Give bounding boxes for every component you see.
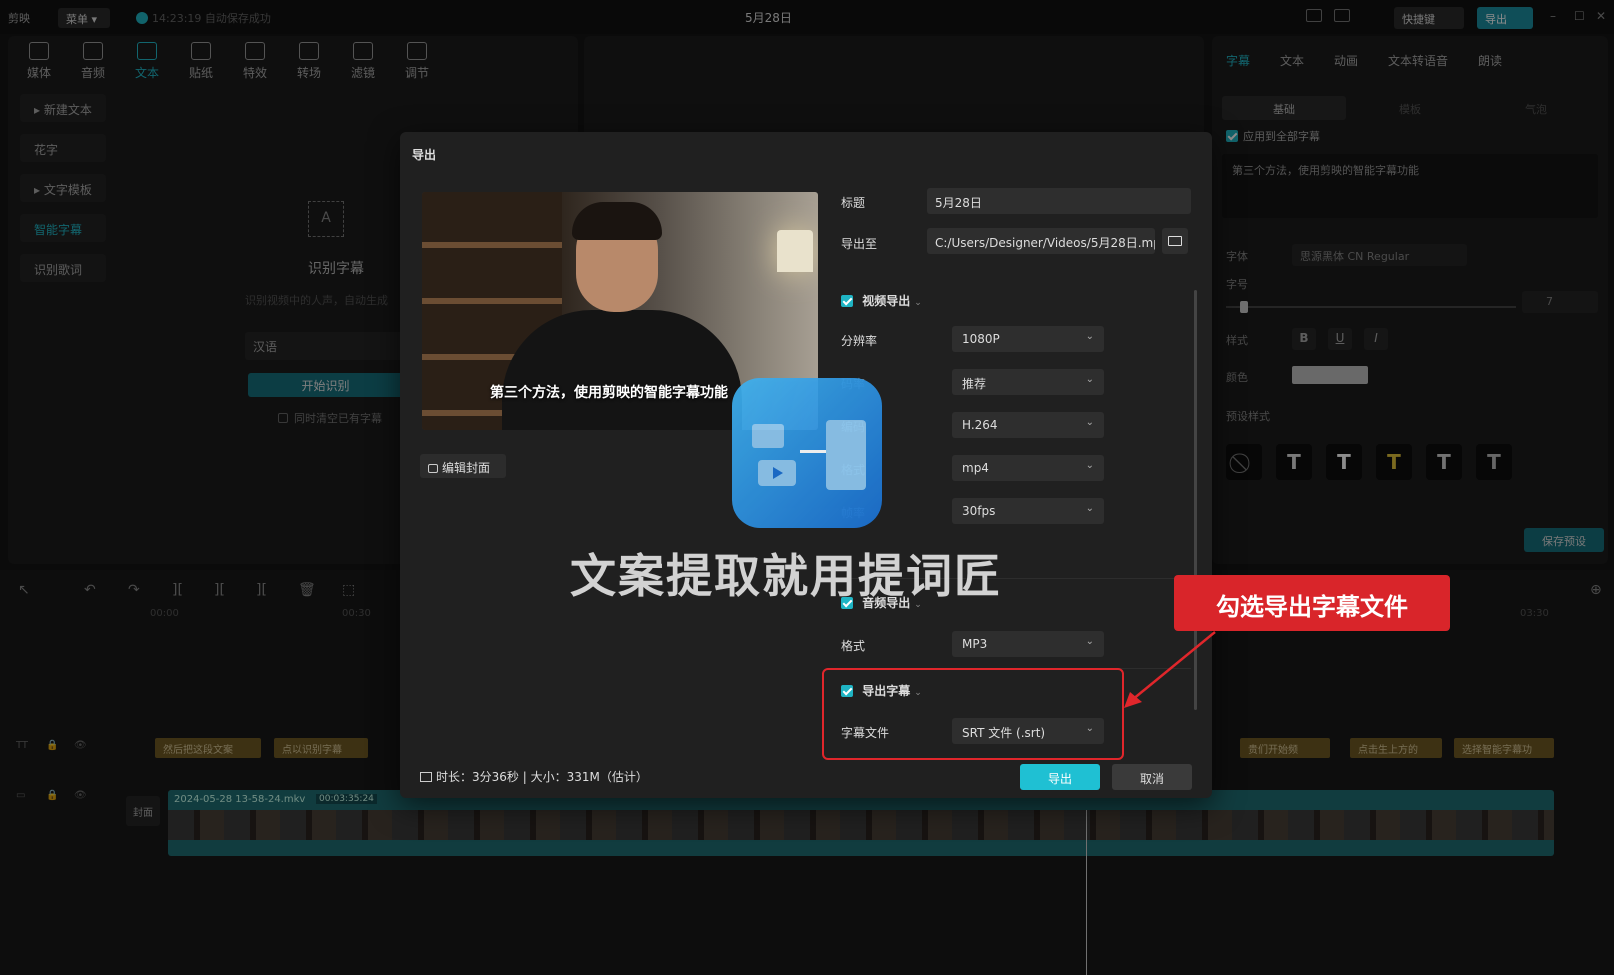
dialog-title: 导出: [412, 148, 437, 162]
select-value: 1080P: [962, 332, 1000, 346]
video-export-section[interactable]: 视频导出 ⌄: [841, 292, 922, 309]
path-input[interactable]: C:/Users/Designer/Videos/5月28日.mp4: [927, 228, 1155, 254]
chevron-down-icon: ⌄: [1085, 417, 1094, 428]
lamp-shape: [777, 230, 813, 272]
annotation-highlight-box: [822, 668, 1124, 760]
folder-button[interactable]: [1162, 228, 1188, 254]
resolution-select[interactable]: 1080P ⌄: [952, 326, 1104, 352]
resolution-label: 分辨率: [841, 334, 878, 348]
title-label: 标题: [841, 196, 866, 210]
edit-icon: [428, 464, 438, 473]
chevron-down-icon[interactable]: ⌄: [914, 298, 922, 308]
audio-format-label: 格式: [841, 639, 866, 653]
chevron-down-icon: ⌄: [1085, 503, 1094, 514]
chevron-down-icon: ⌄: [1085, 460, 1094, 471]
edit-cover-button[interactable]: 编辑封面: [420, 454, 506, 478]
bitrate-select[interactable]: 推荐 ⌄: [952, 369, 1104, 395]
format-select[interactable]: mp4 ⌄: [952, 455, 1104, 481]
title-input[interactable]: 5月28日: [927, 188, 1191, 214]
export-summary: 时长：3分36秒 | 大小：331M（估计）: [420, 768, 648, 785]
codec-select[interactable]: H.264 ⌄: [952, 412, 1104, 438]
chevron-down-icon: ⌄: [1085, 331, 1094, 342]
person-hair-shape: [572, 202, 662, 240]
check-icon[interactable]: [841, 295, 853, 307]
chevron-down-icon: ⌄: [1085, 636, 1094, 647]
chevron-down-icon: ⌄: [1085, 374, 1094, 385]
section-label: 视频导出: [862, 294, 911, 308]
thumbnail-caption: 第三个方法，使用剪映的智能字幕功能: [490, 385, 728, 401]
audio-format-select[interactable]: MP3 ⌄: [952, 631, 1104, 657]
document-icon: [826, 420, 866, 490]
export-button[interactable]: 导出: [1020, 764, 1100, 790]
select-value: MP3: [962, 637, 988, 651]
select-value: 30fps: [962, 504, 996, 518]
select-value: mp4: [962, 461, 989, 475]
select-value: H.264: [962, 418, 998, 432]
play-icon: [758, 460, 796, 486]
person-body-shape: [502, 310, 742, 430]
path-label: 导出至: [841, 237, 878, 251]
image-icon: [752, 424, 784, 448]
annotation-arrow-icon: [1124, 631, 1216, 708]
folder-icon: [1168, 236, 1182, 246]
fps-select[interactable]: 30fps ⌄: [952, 498, 1104, 524]
watermark-app-icon: [732, 378, 882, 528]
film-icon: [420, 772, 432, 782]
cancel-button[interactable]: 取消: [1112, 764, 1192, 790]
watermark-text: 文案提取就用提词匠: [570, 549, 1002, 603]
summary-text: 时长：3分36秒 | 大小：331M（估计）: [436, 770, 648, 784]
select-value: 推荐: [962, 377, 987, 391]
annotation-label: 勾选导出字幕文件: [1174, 575, 1450, 631]
edit-cover-label: 编辑封面: [442, 461, 491, 475]
